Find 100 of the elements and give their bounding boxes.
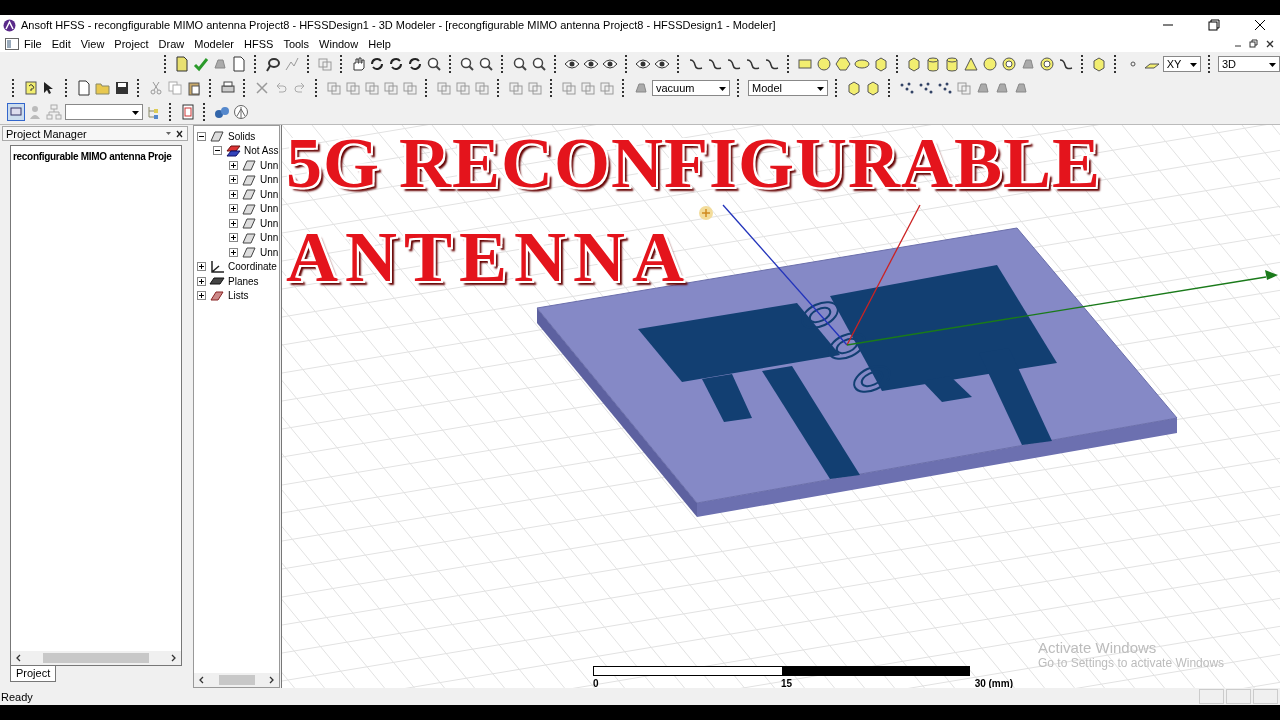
menu-item[interactable]: Draw bbox=[153, 37, 190, 50]
cone-icon[interactable] bbox=[963, 56, 980, 72]
tree-item[interactable]: Solids bbox=[228, 130, 256, 142]
points-icon[interactable] bbox=[918, 80, 934, 96]
menu-item[interactable]: View bbox=[75, 37, 110, 50]
ring-icon[interactable] bbox=[1001, 56, 1018, 72]
tree-item[interactable]: Unn bbox=[260, 203, 279, 215]
document-icon[interactable] bbox=[231, 56, 248, 72]
eye-icon[interactable] bbox=[601, 56, 618, 72]
hand-icon[interactable] bbox=[350, 56, 367, 72]
tree-item[interactable]: Planes bbox=[228, 275, 259, 287]
tree-item[interactable]: Coordinate bbox=[228, 261, 277, 273]
dropdown[interactable]: 3D bbox=[1217, 56, 1280, 72]
dropdown[interactable]: vacuum bbox=[652, 80, 730, 96]
solid-icon bbox=[241, 245, 257, 260]
scrollbar[interactable] bbox=[194, 673, 279, 687]
collapse-icon[interactable] bbox=[213, 146, 222, 156]
curve-icon[interactable] bbox=[1058, 56, 1075, 72]
tree-item[interactable]: Unn bbox=[260, 188, 279, 200]
zoom-icon[interactable] bbox=[478, 56, 495, 72]
restore-icon[interactable] bbox=[1248, 37, 1260, 50]
tree-item[interactable]: Not Ass bbox=[244, 145, 279, 157]
collapse-icon[interactable] bbox=[197, 131, 206, 141]
rotate-icon[interactable] bbox=[407, 56, 424, 72]
dropdown[interactable] bbox=[65, 104, 143, 120]
save-icon[interactable] bbox=[114, 80, 130, 96]
menu-item[interactable]: Tools bbox=[278, 37, 315, 50]
document-icon[interactable] bbox=[174, 56, 191, 72]
zoom-icon[interactable] bbox=[459, 56, 476, 72]
close-icon[interactable] bbox=[1254, 19, 1266, 31]
expand-icon[interactable] bbox=[229, 160, 238, 170]
menu-item[interactable]: Window bbox=[314, 37, 364, 50]
tab[interactable]: Project bbox=[10, 666, 57, 682]
panel-title: Project Manager bbox=[6, 127, 87, 140]
eye-icon[interactable] bbox=[654, 56, 671, 72]
tree-item[interactable]: Lists bbox=[228, 290, 249, 302]
dropdown[interactable]: Model bbox=[748, 80, 828, 96]
report-icon[interactable] bbox=[180, 104, 196, 120]
ring-icon[interactable] bbox=[1039, 56, 1056, 72]
eye-icon[interactable] bbox=[582, 56, 599, 72]
overlay-title: ANTENNA bbox=[286, 219, 692, 295]
menu-item[interactable]: HFSS bbox=[239, 37, 279, 50]
tree-item[interactable]: Unn bbox=[260, 232, 279, 244]
clipboard-icon[interactable] bbox=[186, 80, 202, 96]
circle-icon[interactable] bbox=[982, 56, 999, 72]
expand-icon[interactable] bbox=[197, 262, 206, 272]
printer-icon[interactable] bbox=[220, 80, 236, 96]
dropdown[interactable]: XY bbox=[1162, 56, 1201, 72]
checkmark-icon[interactable] bbox=[193, 56, 210, 72]
expand-icon[interactable] bbox=[229, 204, 238, 214]
expand-icon[interactable] bbox=[197, 291, 206, 301]
rotate-icon[interactable] bbox=[388, 56, 405, 72]
select-icon[interactable] bbox=[8, 104, 24, 120]
tool-icon[interactable] bbox=[975, 80, 991, 96]
menu-item[interactable]: Help bbox=[363, 37, 396, 50]
document-menu-icon[interactable] bbox=[5, 37, 19, 50]
points-icon[interactable] bbox=[937, 80, 953, 96]
tool-icon[interactable] bbox=[212, 56, 229, 72]
help-icon[interactable] bbox=[23, 80, 39, 96]
menu-item[interactable]: Project bbox=[109, 37, 154, 50]
menu-item[interactable]: Modeler bbox=[189, 37, 240, 50]
tool-icon[interactable] bbox=[633, 80, 649, 96]
menu-item[interactable]: File bbox=[19, 37, 47, 50]
eye-icon[interactable] bbox=[635, 56, 652, 72]
expand-icon[interactable] bbox=[197, 276, 206, 286]
expand-icon[interactable] bbox=[229, 189, 238, 199]
cylinder-icon[interactable] bbox=[925, 56, 942, 72]
tool-icon[interactable] bbox=[994, 80, 1010, 96]
zoom-icon[interactable] bbox=[530, 56, 547, 72]
rotate-icon[interactable] bbox=[369, 56, 386, 72]
scrollbar[interactable] bbox=[11, 651, 181, 665]
tool-icon[interactable] bbox=[1013, 80, 1029, 96]
eye-icon[interactable] bbox=[563, 56, 580, 72]
expand-icon[interactable] bbox=[229, 233, 238, 243]
curve-icon[interactable] bbox=[706, 56, 723, 72]
curve-icon[interactable] bbox=[725, 56, 742, 72]
tree-item[interactable]: Unn bbox=[260, 246, 279, 258]
menu-item[interactable]: Edit bbox=[46, 37, 76, 50]
expand-icon[interactable] bbox=[229, 175, 238, 185]
new-file-icon[interactable] bbox=[76, 80, 92, 96]
pin-icon[interactable] bbox=[164, 129, 184, 138]
hexagon-icon[interactable] bbox=[834, 56, 851, 72]
circle-icon[interactable] bbox=[815, 56, 832, 72]
curve-icon[interactable] bbox=[763, 56, 780, 72]
curve-icon[interactable] bbox=[687, 56, 704, 72]
expand-icon[interactable] bbox=[229, 247, 238, 257]
restore-icon[interactable] bbox=[1208, 19, 1220, 31]
cylinder-icon[interactable] bbox=[944, 56, 961, 72]
expand-icon[interactable] bbox=[229, 218, 238, 228]
zoom-icon[interactable] bbox=[511, 56, 528, 72]
tree-item[interactable]: Unn bbox=[260, 159, 279, 171]
antenna-icon[interactable] bbox=[233, 104, 249, 120]
ellipse-icon[interactable] bbox=[853, 56, 870, 72]
project-item[interactable]: reconfigurable MIMO antenna Proje bbox=[13, 151, 172, 162]
tree-item[interactable]: Unn bbox=[260, 174, 279, 186]
cluster-icon[interactable] bbox=[214, 104, 230, 120]
curve-icon[interactable] bbox=[744, 56, 761, 72]
tree-item[interactable]: Unn bbox=[260, 217, 279, 229]
zoom-icon[interactable] bbox=[426, 56, 443, 72]
points-icon[interactable] bbox=[899, 80, 915, 96]
